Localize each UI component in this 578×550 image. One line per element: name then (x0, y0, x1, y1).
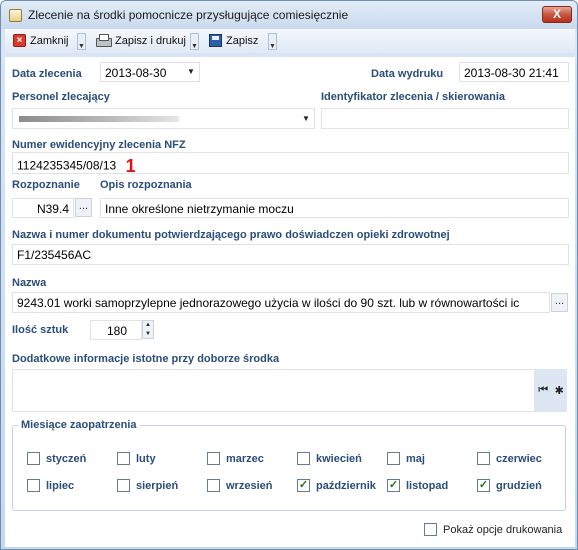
print-date-field: 2013-08-30 21:41 (459, 62, 569, 82)
diagnosis-lookup-button[interactable]: ... (75, 198, 92, 217)
staff-label: Personel zlecający (12, 91, 110, 103)
month-label: maj (406, 452, 425, 465)
product-lookup-button[interactable]: ... (551, 293, 568, 312)
month-label: październik (316, 479, 376, 492)
dialog-window: Zlecenie na środki pomocnicze przysługuj… (0, 0, 578, 550)
month-checkbox-wrzesien[interactable]: wrzesień (207, 479, 272, 492)
form-content: Data zlecenia 2013-08-30 ▼ Data wydruku … (5, 57, 575, 547)
printer-icon (95, 34, 112, 47)
save-print-button[interactable]: Zapisz i drukuj (91, 30, 190, 51)
checkbox-box[interactable] (477, 452, 490, 465)
diagnosis-code-input[interactable]: N39.4 (12, 198, 74, 218)
month-checkbox-pazdziernik[interactable]: ✓ październik (297, 479, 376, 492)
quantity-stepper[interactable]: 180 (90, 320, 142, 340)
staff-select[interactable] (12, 108, 315, 129)
annotation-marker: 1 (125, 156, 136, 174)
checkbox-box[interactable]: ✓ (477, 479, 490, 492)
checkbox-box[interactable] (424, 523, 437, 536)
month-label: czerwiec (496, 452, 542, 465)
checkbox-box[interactable] (27, 479, 40, 492)
month-label: luty (136, 452, 156, 465)
product-name-field: 9243.01 worki samoprzylepne jednorazoweg… (12, 292, 550, 313)
checkbox-box[interactable] (117, 479, 130, 492)
first-record-icon[interactable]: ⏮ (538, 384, 548, 397)
close-dropdown-arrow[interactable]: ▼ (77, 33, 86, 50)
month-label: marzec (226, 452, 264, 465)
month-checkbox-grudzien[interactable]: ✓ grudzień (477, 479, 542, 492)
print-options-checkbox[interactable]: Pokaż opcje drukowania (424, 523, 562, 536)
quantity-label: Ilość sztuk (12, 324, 69, 336)
save-label: Zapisz (226, 34, 259, 47)
checkbox-box[interactable] (297, 452, 310, 465)
save-print-dropdown-arrow[interactable]: ▼ (190, 33, 199, 50)
identifier-input[interactable] (321, 108, 569, 129)
spin-down-icon[interactable]: ▼ (143, 330, 153, 339)
months-group (12, 425, 566, 511)
checkbox-box[interactable] (117, 452, 130, 465)
diagnosis-label: Rozpoznanie (12, 179, 80, 191)
close-toolbar-label: Zamknij (30, 34, 69, 47)
print-options-label: Pokaż opcje drukowania (443, 523, 563, 536)
toolbar: × Zamknij ▼ Zapisz i drukuj ▼ Zapisz ▼ (5, 29, 575, 53)
month-label: sierpień (136, 479, 179, 492)
product-name-label: Nazwa (12, 277, 47, 289)
staff-redacted-value (19, 116, 179, 122)
save-button[interactable]: Zapisz (205, 30, 262, 51)
month-checkbox-maj[interactable]: maj (387, 452, 425, 465)
month-label: grudzień (496, 479, 542, 492)
diagnosis-description-label: Opis rozpoznania (100, 179, 192, 191)
checkbox-box[interactable] (207, 452, 220, 465)
month-label: wrzesień (226, 479, 273, 492)
diagnosis-description-field: Inne określone nietrzymanie moczu (100, 198, 569, 218)
app-icon (9, 9, 22, 22)
order-date-dropdown-icon[interactable]: ▼ (184, 67, 198, 76)
additional-info-textarea[interactable] (12, 369, 535, 412)
floppy-disk-icon (209, 34, 222, 47)
month-label: listopad (406, 479, 449, 492)
save-dropdown-arrow[interactable]: ▼ (268, 33, 277, 50)
month-checkbox-sierpien[interactable]: sierpień (117, 479, 178, 492)
identifier-label: Identyfikator zlecenia / skierowania (321, 91, 506, 103)
month-checkbox-lipiec[interactable]: lipiec (27, 479, 74, 492)
staff-dropdown-icon[interactable]: ▼ (299, 114, 313, 123)
month-label: styczeń (46, 452, 87, 465)
checkbox-box[interactable]: ✓ (387, 479, 400, 492)
title-bar[interactable]: Zlecenie na środki pomocnicze przysługuj… (1, 1, 577, 29)
checkbox-box[interactable]: ✓ (297, 479, 310, 492)
months-group-label: Miesiące zaopatrzenia (18, 419, 140, 431)
order-date-label: Data zlecenia (12, 68, 82, 80)
month-checkbox-czerwiec[interactable]: czerwiec (477, 452, 542, 465)
month-checkbox-styczen[interactable]: styczeń (27, 452, 86, 465)
print-date-label: Data wydruku (371, 68, 444, 80)
document-label: Nazwa i numer dokumentu potwierdzającego… (12, 229, 450, 241)
month-checkbox-listopad[interactable]: ✓ listopad (387, 479, 448, 492)
quantity-spinner[interactable]: ▲ ▼ (142, 320, 154, 339)
checkbox-box[interactable] (387, 452, 400, 465)
close-toolbar-button[interactable]: × Zamknij (9, 30, 73, 51)
nfz-number-input[interactable]: 1124235345/08/13 1 (12, 152, 569, 174)
spin-up-icon[interactable]: ▲ (143, 321, 153, 330)
order-date-value: 2013-08-30 (105, 66, 167, 80)
checkbox-box[interactable] (27, 452, 40, 465)
nfz-number-label: Numer ewidencyjny zlecenia NFZ (12, 139, 186, 151)
close-icon: × (13, 34, 26, 47)
record-navigator: ⏮ ✱ (535, 369, 567, 412)
window-title: Zlecenie na środki pomocnicze przysługuj… (28, 8, 349, 22)
save-print-label: Zapisz i drukuj (115, 34, 186, 47)
month-checkbox-marzec[interactable]: marzec (207, 452, 264, 465)
month-checkbox-kwiecien[interactable]: kwiecień (297, 452, 362, 465)
additional-info-label: Dodatkowe informacje istotne przy doborz… (12, 353, 280, 365)
checkbox-box[interactable] (207, 479, 220, 492)
month-label: lipiec (46, 479, 75, 492)
new-record-icon[interactable]: ✱ (555, 384, 564, 397)
month-checkbox-luty[interactable]: luty (117, 452, 156, 465)
nfz-number-value: 1124235345/08/13 (17, 158, 117, 173)
window-close-button[interactable]: X (542, 6, 572, 23)
month-label: kwiecień (316, 452, 362, 465)
document-input[interactable]: F1/235456AC (12, 244, 569, 265)
